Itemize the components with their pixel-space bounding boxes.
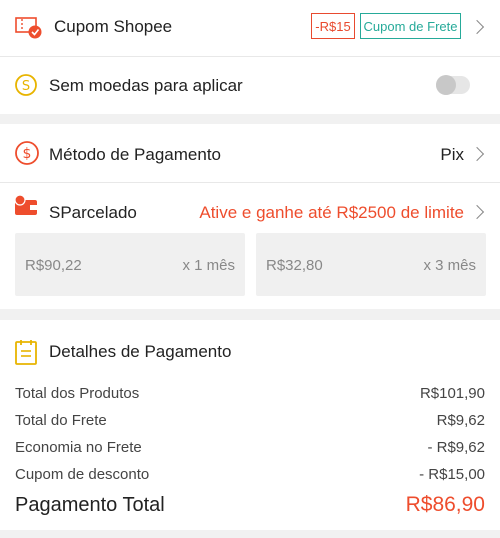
coins-row: S Sem moedas para aplicar — [0, 57, 500, 114]
chevron-right-icon — [469, 204, 485, 220]
svg-text:S: S — [22, 79, 30, 94]
shopee-voucher-row[interactable]: Cupom Shopee -R$15 Cupom de Frete — [0, 0, 500, 56]
detail-value: - R$9,62 — [427, 439, 485, 456]
detail-label: Cupom de desconto — [15, 466, 150, 483]
detail-row-coupon: Cupom de desconto - R$15,00 — [15, 462, 485, 489]
payment-method-row[interactable]: $ Método de Pagamento Pix — [0, 124, 500, 182]
voucher-coins-card: Cupom Shopee -R$15 Cupom de Frete S Sem … — [0, 0, 500, 114]
installment-months: x 3 mês — [423, 257, 476, 274]
installment-months: x 1 mês — [182, 257, 235, 274]
svg-text:$: $ — [23, 146, 32, 162]
coins-toggle[interactable] — [436, 75, 470, 95]
clipboard-icon — [14, 338, 38, 366]
total-payment-value: R$86,90 — [405, 493, 485, 516]
detail-value: R$101,90 — [419, 385, 485, 402]
sparcelado-label: SParcelado — [49, 203, 137, 222]
chevron-right-icon — [469, 19, 485, 35]
installment-amount: R$90,22 — [25, 257, 82, 274]
payment-details-title: Detalhes de Pagamento — [49, 342, 232, 361]
detail-row-shipping: Total do Frete R$9,62 — [15, 408, 485, 435]
shipping-coupon-tag: Cupom de Frete — [360, 13, 461, 39]
detail-label: Economia no Frete — [15, 439, 142, 456]
coin-icon: S — [14, 73, 38, 97]
total-payment-label: Pagamento Total — [15, 494, 165, 516]
detail-value: - R$15,00 — [419, 466, 485, 483]
wallet-icon — [14, 195, 40, 217]
dollar-circle-icon: $ — [14, 140, 40, 166]
detail-row-products: Total dos Produtos R$101,90 — [15, 381, 485, 408]
discount-coupon-tag: -R$15 — [311, 13, 355, 39]
installment-option-2[interactable]: R$32,80 x 3 mês — [256, 233, 486, 296]
payment-method-label: Método de Pagamento — [49, 145, 222, 164]
payment-method-value: Pix — [440, 145, 464, 164]
sparcelado-row[interactable]: SParcelado Ative e ganhe até R$2500 de l… — [0, 183, 500, 229]
detail-row-shipping-savings: Economia no Frete - R$9,62 — [15, 435, 485, 462]
total-payment-row: Pagamento Total R$86,90 — [15, 492, 485, 522]
detail-label: Total dos Produtos — [15, 385, 140, 402]
coins-label: Sem moedas para aplicar — [49, 76, 243, 95]
toggle-knob — [436, 75, 456, 95]
installment-amount: R$32,80 — [266, 257, 323, 274]
detail-label: Total do Frete — [15, 412, 107, 429]
installment-option-1[interactable]: R$90,22 x 1 mês — [15, 233, 245, 296]
voucher-icon — [14, 14, 44, 40]
chevron-right-icon — [469, 146, 485, 162]
sparcelado-promo: Ative e ganhe até R$2500 de limite — [199, 203, 464, 222]
voucher-label: Cupom Shopee — [54, 17, 173, 36]
detail-value: R$9,62 — [436, 412, 485, 429]
